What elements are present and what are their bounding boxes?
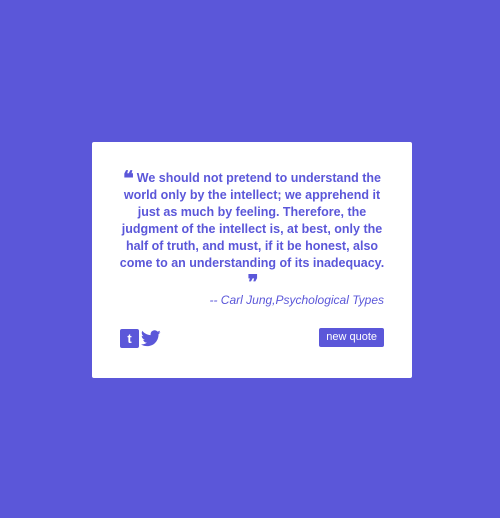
- twitter-icon: [141, 330, 161, 347]
- quote-text: We should not pretend to understand the …: [119, 171, 385, 270]
- quote-author: -- Carl Jung,Psychological Types: [209, 293, 384, 307]
- tumblr-icon: t: [127, 331, 132, 346]
- tumblr-share-button[interactable]: t: [120, 329, 139, 348]
- new-quote-button[interactable]: new quote: [319, 328, 384, 347]
- quote-text-block: ❝ We should not pretend to understand the…: [114, 166, 390, 294]
- open-quote-icon: ❝: [123, 166, 134, 190]
- twitter-share-button[interactable]: [141, 329, 161, 348]
- share-buttons: t: [120, 329, 161, 348]
- quote-card: ❝ We should not pretend to understand the…: [92, 142, 412, 378]
- close-quote-icon: ❞: [247, 270, 259, 294]
